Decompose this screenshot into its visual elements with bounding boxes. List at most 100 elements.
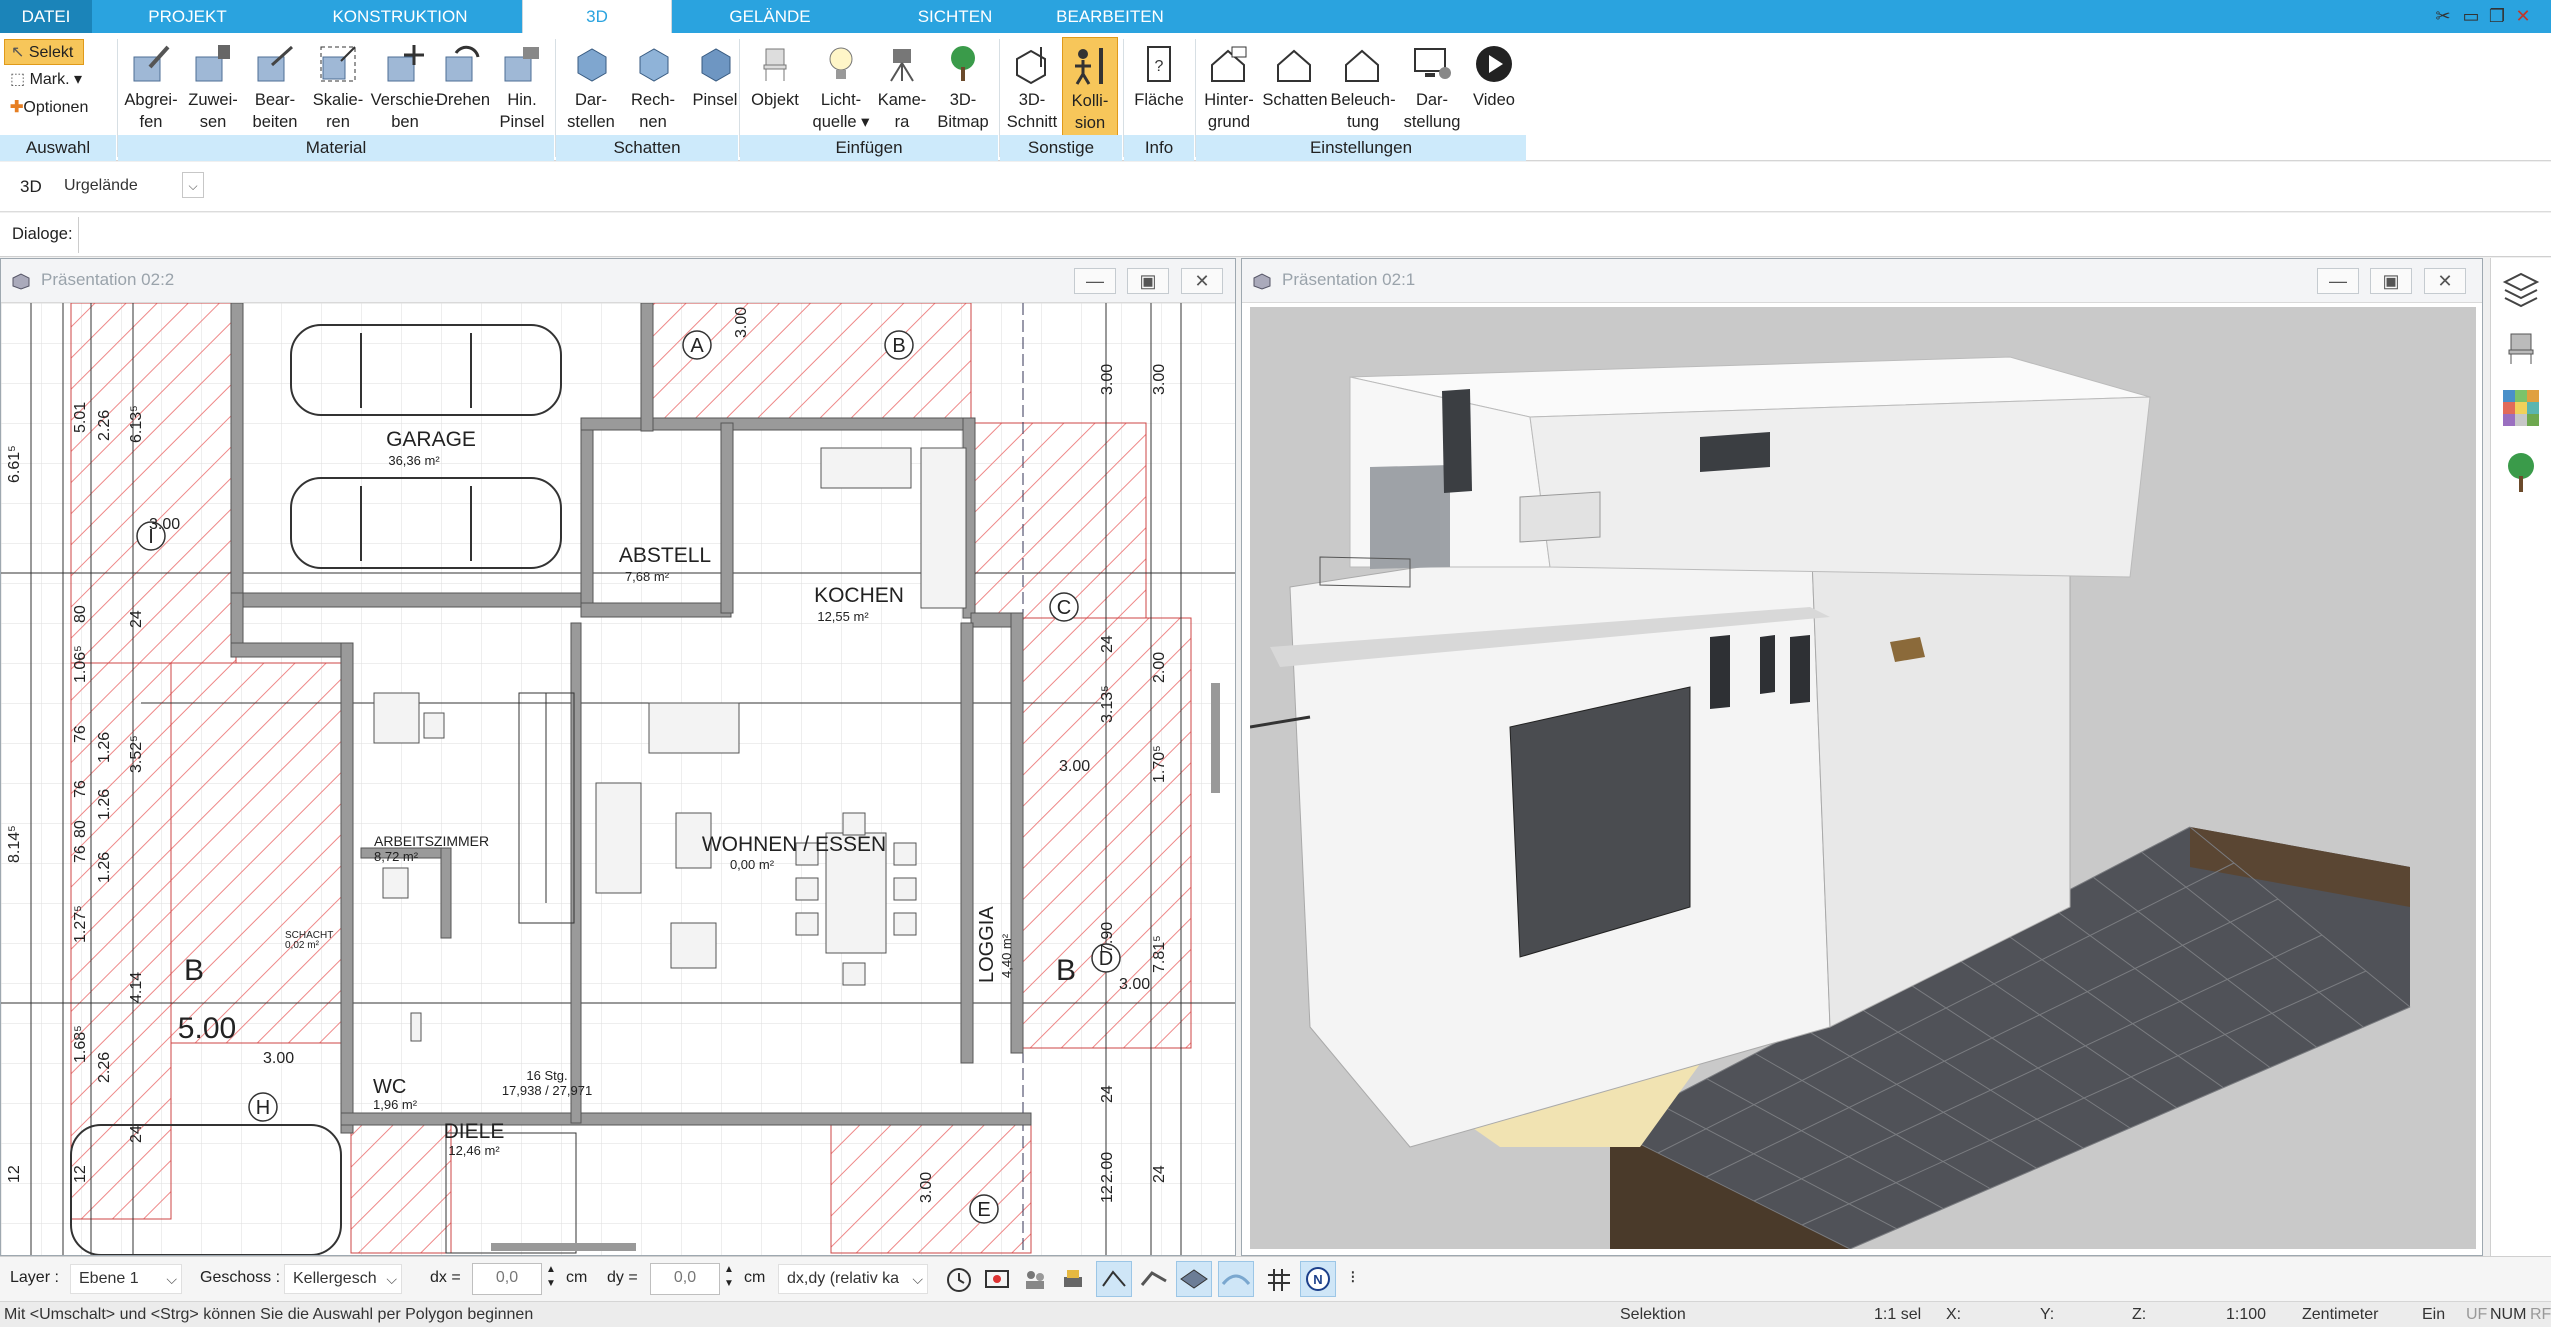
wall-snap-icon[interactable]: [1140, 1267, 1168, 1293]
rotate-icon: [445, 45, 480, 82]
skalieren-label-2: ren: [326, 113, 350, 131]
tab-gelaende[interactable]: GELÄNDE: [700, 0, 840, 33]
rechnen-label-2: nen: [639, 113, 667, 131]
layer-dropdown[interactable]: Ebene 1 ⌵: [70, 1264, 182, 1294]
edit-material-icon: [257, 45, 294, 82]
3d-bitmap-button[interactable]: 3D- Bitmap: [930, 37, 996, 145]
close-icon[interactable]: ✕: [2424, 268, 2466, 294]
tree-icon: [951, 46, 975, 81]
dx-input[interactable]: 0,0: [472, 1263, 542, 1295]
hintergrund-button[interactable]: Hinter-grund: [1198, 37, 1260, 145]
dx-stepper[interactable]: ▲ ▼: [546, 1263, 556, 1291]
schatten-label: Schatten: [1262, 91, 1328, 109]
drehen-button[interactable]: Drehen: [432, 37, 494, 145]
coordinate-mode-dropdown[interactable]: dx,dy (relativ ka ⌵: [778, 1264, 928, 1294]
dy-unit: cm: [744, 1269, 766, 1286]
mark-button[interactable]: ⬚ Mark. ▾: [4, 67, 88, 93]
schatten-einstellungen-button[interactable]: Schatten: [1258, 37, 1332, 145]
group-material-label: Material: [118, 135, 554, 161]
dimension-right-6: 7.90: [1099, 922, 1116, 953]
dimension-left-17: 1.68⁵: [72, 1025, 89, 1063]
plan-horizontal-scrollbar[interactable]: [491, 1243, 636, 1251]
close-icon[interactable]: ✕: [1181, 268, 1223, 294]
section-b-left-label: B: [184, 954, 204, 987]
dimension-left-22: 12: [72, 1165, 89, 1183]
verschieben-button[interactable]: Verschie-ben: [370, 37, 440, 145]
pinsel-schatten-button[interactable]: Pinsel: [684, 37, 746, 145]
darstellung-button[interactable]: Dar-stellung: [1400, 37, 1464, 145]
flaeche-button[interactable]: ? Fläche: [1126, 37, 1192, 145]
big-dimension-label: 5.00: [178, 1012, 236, 1045]
tab-projekt[interactable]: PROJEKT: [110, 0, 265, 33]
plants-icon[interactable]: [2501, 450, 2541, 494]
plan-vertical-scrollbar[interactable]: [1211, 683, 1220, 793]
geschoss-value: Kellergesch: [293, 1270, 377, 1287]
zuweisen-button[interactable]: Zuwei-sen: [182, 37, 244, 145]
clock-icon[interactable]: [946, 1267, 972, 1293]
rechnen-button[interactable]: Rech-nen: [622, 37, 684, 145]
view-toolbar: 3D Urgelände ⌵: [0, 162, 2551, 212]
lichtquelle-button[interactable]: Licht-quelle ▾: [806, 37, 876, 145]
more-options-icon[interactable]: ⁝: [1350, 1267, 1356, 1288]
screen-record-icon[interactable]: [984, 1267, 1010, 1293]
furniture-catalog-icon[interactable]: [2501, 328, 2541, 368]
verschieben-label-1: Verschie-: [370, 91, 440, 109]
layers-icon[interactable]: [2501, 270, 2541, 310]
terrain-toggle[interactable]: [1218, 1261, 1254, 1297]
room-garage-area: 36,36 m²: [388, 453, 440, 468]
dy-input[interactable]: 0,0: [650, 1263, 720, 1295]
beleuchtung-button[interactable]: Beleuch-tung: [1330, 37, 1396, 145]
room-wc-area: 1,96 m²: [373, 1097, 418, 1112]
tab-3d[interactable]: 3D: [522, 0, 672, 33]
snap-toggle[interactable]: [1096, 1261, 1132, 1297]
abgreifen-button[interactable]: Abgrei-fen: [120, 37, 182, 145]
minimize-icon[interactable]: —: [2317, 268, 2359, 294]
optionen-button[interactable]: ✚Optionen: [4, 95, 94, 121]
drehen-label: Drehen: [435, 91, 491, 109]
skalieren-button[interactable]: Skalie-ren: [306, 37, 370, 145]
room-wohnen-area: 0,00 m²: [730, 857, 775, 872]
3d-render-view[interactable]: [1250, 307, 2476, 1249]
plane-toggle[interactable]: [1176, 1261, 1212, 1297]
floor-plan-canvas[interactable]: GARAGE 36,36 m² ABSTELL 7,68 m² KOCHEN 12,55 …: [1, 303, 1235, 1255]
tab-sichten[interactable]: SICHTEN: [880, 0, 1030, 33]
terrain-dropdown[interactable]: Urgelände ⌵: [56, 172, 208, 202]
tab-konstruktion[interactable]: KONSTRUKTION: [310, 0, 490, 33]
3d-schnitt-button[interactable]: 3D- Schnitt: [1002, 37, 1062, 145]
grid-icon[interactable]: [1266, 1267, 1292, 1293]
kollision-button[interactable]: Kolli-sion: [1062, 37, 1118, 145]
video-button[interactable]: Video: [1464, 37, 1524, 145]
tools-icon[interactable]: ✂: [2432, 5, 2454, 27]
hin-pinsel-button[interactable]: Hin. Pinsel: [494, 37, 550, 145]
tab-bearbeiten[interactable]: BEARBEITEN: [1040, 0, 1180, 33]
close-icon[interactable]: ✕: [2512, 5, 2534, 27]
dimension-left-9: 3.52⁵: [128, 735, 145, 773]
geschoss-dropdown[interactable]: Kellergesch ⌵: [284, 1264, 402, 1294]
room-arbeitszimmer-area: 8,72 m²: [374, 849, 419, 864]
dimension-misc-3: 3.00: [1119, 976, 1150, 993]
dy-stepper[interactable]: ▲ ▼: [724, 1263, 734, 1291]
materials-palette-icon[interactable]: [2501, 388, 2541, 428]
minimize-icon[interactable]: —: [1074, 268, 1116, 294]
bearbeiten-label-2: beiten: [252, 113, 298, 131]
maximize-icon[interactable]: ▣: [2370, 268, 2412, 294]
objekt-button[interactable]: Objekt: [744, 37, 806, 145]
status-rf: RF: [2530, 1306, 2551, 1323]
presentation-icon: [12, 273, 30, 290]
bearbeiten-button[interactable]: Bear-beiten: [244, 37, 306, 145]
people-icon[interactable]: [1022, 1267, 1048, 1293]
north-toggle[interactable]: N: [1300, 1261, 1336, 1297]
kamera-button[interactable]: Kame-ra: [870, 37, 934, 145]
room-loggia-label: LOGGIA: [976, 906, 998, 983]
darstellen-schatten-button[interactable]: Dar-stellen: [560, 37, 622, 145]
paint-bucket-icon: [195, 45, 230, 82]
tab-datei[interactable]: DATEI: [0, 0, 92, 33]
room-kochen-area: 12,55 m²: [817, 609, 869, 624]
restore-icon[interactable]: ❐: [2486, 5, 2508, 27]
selekt-button[interactable]: ↖ Selekt: [4, 39, 84, 65]
maximize-icon[interactable]: ▣: [1127, 268, 1169, 294]
minimize-icon[interactable]: ▭: [2460, 5, 2482, 27]
print-icon[interactable]: [1060, 1267, 1086, 1293]
plan-pane-titlebar: Präsentation 02:2 — ▣ ✕: [1, 259, 1235, 303]
room-wohnen-label: WOHNEN / ESSEN: [702, 833, 886, 856]
